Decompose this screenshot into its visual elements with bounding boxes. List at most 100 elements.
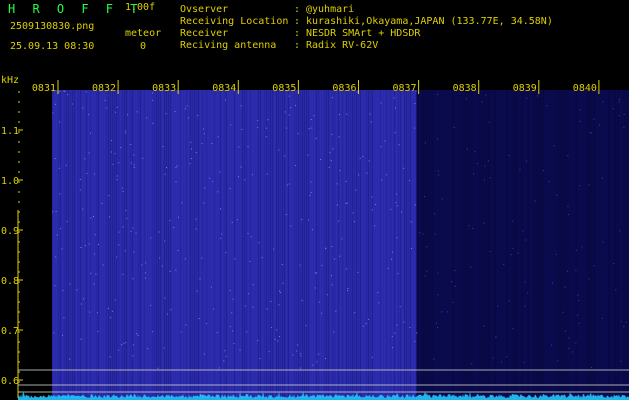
waterfall-speckle <box>125 209 127 211</box>
waterfall-speckle <box>447 311 449 313</box>
waterfall-speckle <box>210 286 212 288</box>
waterfall-speckle <box>85 91 87 93</box>
waterfall-speckle <box>508 300 510 302</box>
waterfall-streak <box>158 90 159 398</box>
time-tick-label: 0831 <box>32 83 56 94</box>
waterfall-speckle <box>259 358 261 359</box>
waterfall-speckle <box>147 348 149 350</box>
waterfall-streak <box>372 90 373 398</box>
waterfall-streak <box>64 90 65 398</box>
waterfall-speckle <box>267 119 269 121</box>
waterfall-speckle <box>120 147 122 148</box>
waterfall-streak <box>354 90 355 398</box>
waterfall-speckle <box>318 301 320 303</box>
waterfall-speckle <box>501 361 502 363</box>
waterfall-streak <box>416 90 418 398</box>
waterfall-speckle <box>88 243 90 245</box>
waterfall-speckle <box>567 155 569 156</box>
waterfall-speckle <box>451 281 452 283</box>
waterfall-speckle <box>483 222 485 224</box>
waterfall-streak <box>479 90 481 398</box>
waterfall-speckle <box>346 113 348 115</box>
waterfall-speckle <box>557 360 559 362</box>
waterfall-streak <box>162 90 163 398</box>
waterfall-speckle <box>240 166 242 168</box>
waterfall-speckle <box>495 336 497 338</box>
waterfall-streak <box>312 90 313 398</box>
waterfall-speckle <box>470 266 472 268</box>
waterfall-speckle <box>150 237 152 239</box>
waterfall-speckle <box>266 308 268 310</box>
waterfall-speckle <box>623 126 625 128</box>
waterfall-streak <box>428 90 430 398</box>
waterfall-streak <box>262 90 263 398</box>
waterfall-speckle <box>341 238 343 240</box>
waterfall-speckle <box>396 324 398 326</box>
waterfall-speckle <box>257 120 259 122</box>
waterfall-speckle <box>394 107 396 109</box>
waterfall-streak <box>276 90 277 398</box>
waterfall-streak <box>256 90 257 398</box>
waterfall-speckle <box>310 192 312 194</box>
waterfall-streak <box>458 90 460 398</box>
waterfall-streak <box>602 90 604 398</box>
waterfall-streak <box>118 90 119 398</box>
waterfall-speckle <box>133 251 135 253</box>
waterfall-speckle <box>384 140 386 142</box>
waterfall-streak <box>336 90 337 398</box>
time-tick-label: 0840 <box>573 83 597 94</box>
waterfall-speckle <box>472 227 474 229</box>
waterfall-streak <box>184 90 185 398</box>
waterfall-speckle <box>63 317 65 319</box>
waterfall-speckle <box>229 289 231 291</box>
waterfall-speckle <box>250 236 252 238</box>
waterfall-speckle <box>347 290 348 291</box>
waterfall-speckle <box>414 127 415 129</box>
waterfall-speckle <box>97 331 99 332</box>
waterfall-speckle <box>248 293 250 295</box>
waterfall-speckle <box>236 219 238 221</box>
waterfall-speckle <box>110 317 111 319</box>
waterfall-speckle <box>579 120 581 122</box>
waterfall-speckle <box>292 354 294 356</box>
waterfall-streak <box>308 90 309 398</box>
waterfall-speckle <box>290 225 292 227</box>
waterfall-speckle <box>89 311 91 313</box>
waterfall-speckle <box>284 111 286 113</box>
waterfall-streak <box>272 90 273 398</box>
waterfall-speckle <box>62 289 64 291</box>
waterfall-streak <box>212 90 213 398</box>
waterfall-streak <box>74 90 75 398</box>
waterfall-speckle <box>219 171 221 173</box>
waterfall-streak <box>611 90 613 398</box>
waterfall-speckle <box>288 183 290 185</box>
waterfall-streak <box>224 90 225 398</box>
waterfall-speckle <box>328 167 330 168</box>
waterfall-streak <box>170 90 171 398</box>
waterfall-speckle <box>347 288 349 289</box>
waterfall-streak <box>497 90 499 398</box>
waterfall-speckle <box>189 163 191 165</box>
waterfall-streak <box>500 90 502 398</box>
waterfall-speckle <box>332 148 334 150</box>
waterfall-streak <box>198 90 199 398</box>
waterfall-speckle <box>562 311 564 313</box>
waterfall-speckle <box>176 165 178 167</box>
waterfall-speckle <box>522 230 524 232</box>
waterfall-speckle <box>118 349 120 351</box>
waterfall-speckle <box>578 322 580 324</box>
time-tick-label: 0832 <box>92 83 116 94</box>
waterfall-speckle <box>359 157 361 159</box>
waterfall-speckle <box>288 114 290 116</box>
waterfall-speckle <box>152 99 153 101</box>
waterfall-speckle <box>284 155 286 157</box>
waterfall-speckle <box>90 272 92 274</box>
waterfall-speckle <box>567 270 568 272</box>
waterfall-streak <box>114 90 115 398</box>
waterfall-speckle <box>358 174 359 176</box>
waterfall-speckle <box>271 327 273 329</box>
waterfall-speckle <box>575 342 577 344</box>
waterfall-streak <box>140 90 141 398</box>
waterfall-streak <box>52 90 53 398</box>
waterfall-speckle <box>411 248 413 249</box>
